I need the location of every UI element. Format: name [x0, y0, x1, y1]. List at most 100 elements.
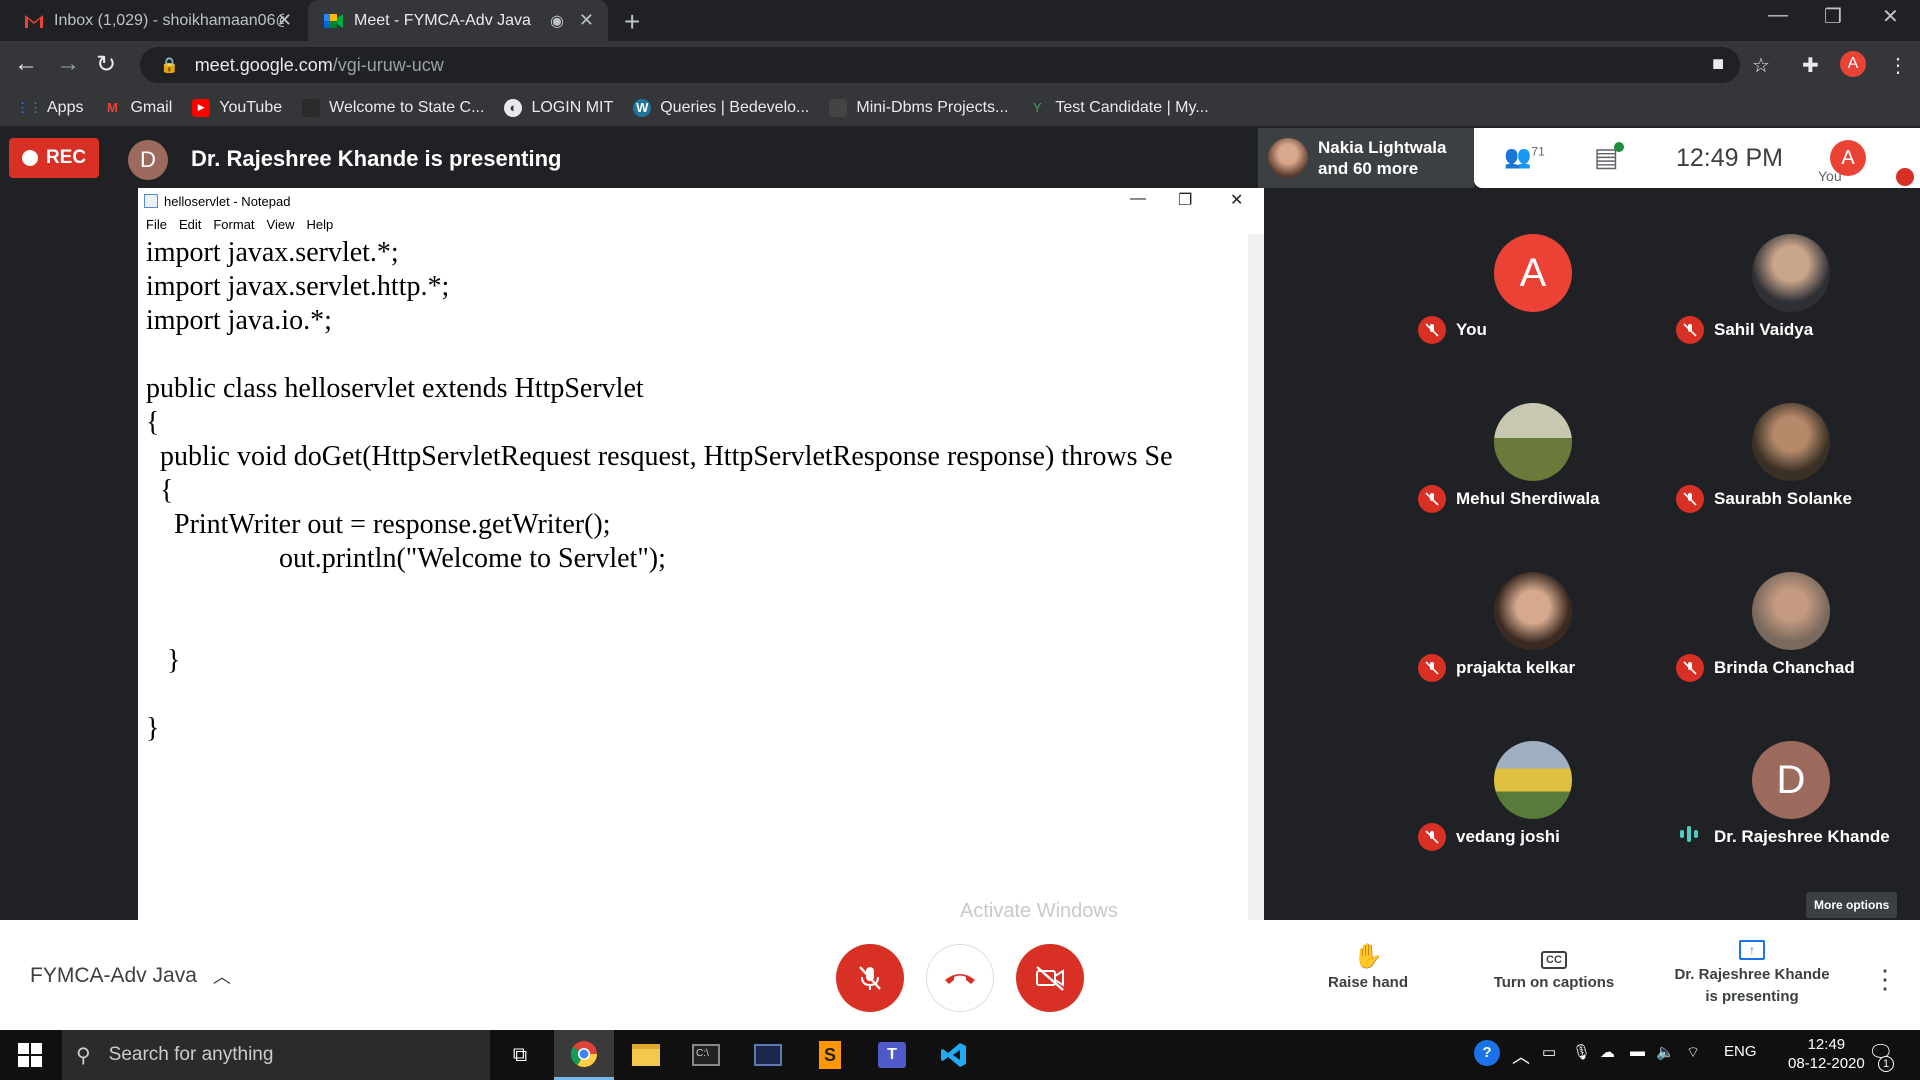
- avatar: [1494, 572, 1572, 650]
- notepad-menu: File Edit Format View Help: [138, 214, 1264, 234]
- battery-icon: ▬: [1630, 1043, 1645, 1060]
- raise-hand-button[interactable]: ✋ Raise hand: [1318, 942, 1418, 991]
- address-bar[interactable]: 🔒 meet.google.com/vgi-uruw-ucw: [140, 47, 1740, 83]
- mic-off-icon: [1418, 485, 1446, 513]
- participant-tile[interactable]: prajakta kelkar: [1404, 526, 1662, 695]
- close-window-icon[interactable]: ✕: [1882, 4, 1899, 29]
- forward-icon[interactable]: →: [56, 50, 80, 78]
- vscode-icon[interactable]: [924, 1030, 984, 1080]
- camera-toggle-button[interactable]: [1016, 944, 1084, 1012]
- wordpress-icon: W: [633, 98, 652, 117]
- tab-meet[interactable]: Meet - FYMCA-Adv Java ◉ ✕: [308, 0, 608, 41]
- windows-start-icon[interactable]: [18, 1043, 42, 1072]
- microphone-icon: 🎙: [1572, 1044, 1592, 1061]
- participant-tile[interactable]: Mehul Sherdiwala: [1404, 357, 1662, 526]
- avatar: [1268, 138, 1308, 178]
- record-dot-icon: [21, 150, 38, 166]
- participant-name: Sahil Vaidya: [1714, 320, 1814, 339]
- tab-strip: Inbox (1,029) - shoikhamaan06@ ✕ Meet - …: [0, 0, 1920, 41]
- more-options-tooltip: More options: [1806, 892, 1898, 918]
- bookmark-gmail[interactable]: M Gmail: [103, 99, 172, 117]
- leave-call-button[interactable]: [926, 944, 994, 1012]
- bookmark-queries[interactable]: W Queries | Bedevelo...: [633, 98, 809, 117]
- tab-gmail[interactable]: Inbox (1,029) - shoikhamaan06@ ✕: [0, 0, 306, 41]
- bookmark-state[interactable]: Welcome to State C...: [302, 98, 484, 117]
- avatar: [1752, 572, 1830, 650]
- shared-screen-notepad: helloservlet - Notepad — ❐ ✕ File Edit F…: [138, 188, 1264, 920]
- url-host: meet.google.com: [194, 54, 333, 75]
- task-view-icon[interactable]: ⧉: [490, 1030, 550, 1080]
- restore-icon[interactable]: ❐: [1824, 4, 1842, 29]
- meet-top-bar: REC D Dr. Rajeshree Khande is presenting…: [0, 128, 1920, 188]
- volume-icon: 🔈: [1656, 1044, 1675, 1061]
- gmail-icon: M: [107, 100, 118, 115]
- lock-icon: 🔒: [160, 57, 179, 74]
- presenting-title: Dr. Rajeshree Khande is presenting: [191, 146, 562, 171]
- sublime-icon[interactable]: S: [800, 1030, 860, 1080]
- minimize-icon: —: [1130, 190, 1146, 207]
- menu-icon[interactable]: ⋮: [1888, 53, 1908, 78]
- bookmark-apps[interactable]: ⋮⋮ Apps: [16, 99, 83, 117]
- people-button[interactable]: 👥71: [1504, 144, 1545, 170]
- bookmark-mini-dbms[interactable]: Mini-Dbms Projects...: [829, 98, 1008, 117]
- hangup-icon: [945, 974, 975, 984]
- bookmark-login-mit[interactable]: ◐ LOGIN MIT: [504, 98, 613, 117]
- featured-participants[interactable]: Nakia Lightwala and 60 more: [1258, 128, 1474, 188]
- teams-icon[interactable]: T: [862, 1030, 922, 1080]
- chevron-up-icon[interactable]: ︿: [1512, 1043, 1530, 1069]
- profile-avatar[interactable]: A: [1840, 51, 1866, 77]
- participant-name: Brinda Chanchad: [1714, 658, 1855, 677]
- notepad-scrollbar: [1248, 234, 1264, 920]
- captions-button[interactable]: CC Turn on captions: [1480, 942, 1628, 991]
- camera-blocked-icon[interactable]: ■: [1712, 53, 1724, 76]
- mic-off-icon: [1896, 168, 1914, 186]
- menu-format: Format: [213, 216, 255, 232]
- participant-tile[interactable]: Sahil Vaidya: [1662, 188, 1920, 357]
- meeting-details-button[interactable]: FYMCA-Adv Java ︿: [30, 963, 231, 989]
- close-icon[interactable]: ✕: [277, 10, 292, 31]
- presentation-button[interactable]: ↑ Dr. Rajeshree Khande is presenting: [1664, 936, 1840, 1008]
- bookmark-test-candidate[interactable]: Y Test Candidate | My...: [1028, 99, 1209, 117]
- chrome-taskbar-icon[interactable]: [554, 1030, 614, 1080]
- participant-tile[interactable]: A You: [1404, 188, 1662, 357]
- system-clock[interactable]: 12:49 08-12-2020: [1788, 1035, 1865, 1073]
- participant-tile[interactable]: vedang joshi: [1404, 695, 1662, 864]
- participant-name: Dr. Rajeshree Khande: [1714, 827, 1890, 846]
- mic-off-icon: [859, 966, 881, 990]
- captions-icon: CC: [1480, 942, 1628, 974]
- recording-badge: REC: [9, 138, 99, 178]
- globe-icon: ◐: [504, 98, 523, 117]
- participant-name: Saurabh Solanke: [1714, 489, 1852, 508]
- terminal-icon[interactable]: C:\: [676, 1030, 736, 1080]
- bookmark-star-icon[interactable]: ☆: [1752, 53, 1770, 78]
- help-icon[interactable]: ?: [1474, 1040, 1500, 1066]
- search-icon: ⚲: [76, 1044, 91, 1067]
- participants-grid: A You Sahil Vaidya Mehul Sherdiwala Saur…: [1404, 188, 1920, 863]
- notepad-titlebar: helloservlet - Notepad — ❐ ✕: [138, 188, 1264, 214]
- reload-icon[interactable]: ↻: [96, 50, 116, 79]
- participant-tile[interactable]: Saurabh Solanke: [1662, 357, 1920, 526]
- notification-count: 1: [1878, 1056, 1894, 1072]
- bookmark-youtube[interactable]: ▶ YouTube: [192, 98, 282, 117]
- avatar: D: [1752, 741, 1830, 819]
- extensions-icon[interactable]: ✚: [1802, 53, 1819, 78]
- hand-icon: ✋: [1353, 943, 1383, 970]
- more-options-icon[interactable]: ⋮: [1872, 964, 1898, 995]
- close-icon[interactable]: ✕: [579, 10, 594, 31]
- taskbar-search[interactable]: ⚲ Search for anything: [62, 1030, 490, 1080]
- restore-icon: ❐: [1178, 192, 1193, 209]
- menu-help: Help: [306, 216, 334, 232]
- recording-indicator-icon: ◉: [550, 12, 564, 30]
- back-icon[interactable]: ←: [14, 50, 38, 78]
- apps-grid-icon: ⋮⋮: [16, 99, 42, 115]
- chevron-up-icon: ︿: [212, 967, 231, 987]
- file-explorer-icon[interactable]: [616, 1030, 676, 1080]
- new-tab-icon[interactable]: +: [624, 6, 640, 38]
- minimize-icon[interactable]: —: [1768, 4, 1788, 27]
- avatar: [1494, 741, 1572, 819]
- participant-tile[interactable]: Brinda Chanchad: [1662, 526, 1920, 695]
- mysql-icon[interactable]: [738, 1030, 798, 1080]
- participant-tile[interactable]: D Dr. Rajeshree Khande: [1662, 695, 1920, 864]
- language-indicator[interactable]: ENG: [1724, 1043, 1757, 1060]
- mic-toggle-button[interactable]: [836, 944, 904, 1012]
